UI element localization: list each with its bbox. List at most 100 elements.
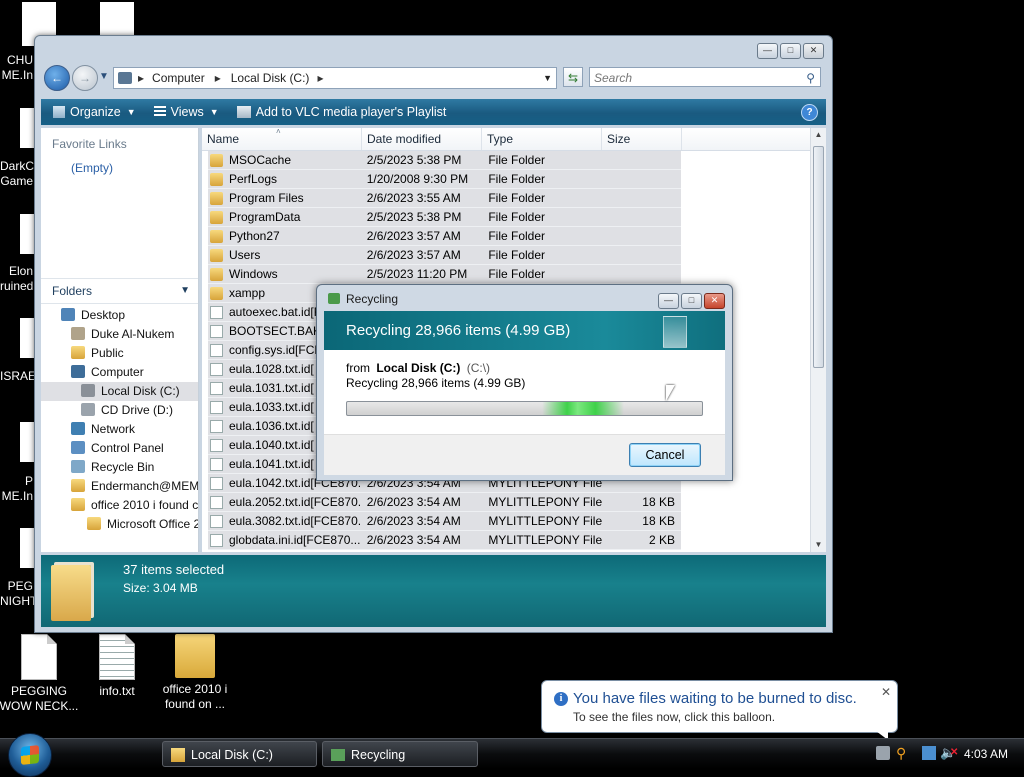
burn-disc-icon[interactable] bbox=[876, 746, 890, 760]
desktop-icon-6[interactable] bbox=[20, 422, 34, 462]
minimize-button[interactable]: — bbox=[658, 293, 679, 309]
table-row[interactable]: Windows 2/5/2023 11:20 PM File Folder bbox=[208, 265, 681, 284]
folder-icon bbox=[87, 517, 101, 530]
command-bar: Organize ▼ Views ▼ Add to VLC media play… bbox=[41, 99, 826, 125]
help-icon[interactable]: ? bbox=[801, 103, 818, 121]
table-row[interactable]: eula.2052.txt.id[FCE870... 2/6/2023 3:54 … bbox=[208, 493, 681, 512]
forward-button[interactable]: → bbox=[72, 65, 98, 91]
desktop-icon-label: ME.In bbox=[1, 489, 33, 503]
breadcrumb-separator-icon: ▸ bbox=[138, 71, 145, 85]
minimize-button[interactable]: — bbox=[757, 43, 778, 59]
maximize-button[interactable]: □ bbox=[681, 293, 702, 309]
magnifier-icon[interactable]: ⚲ bbox=[896, 745, 906, 762]
close-button[interactable]: ✕ bbox=[704, 293, 725, 309]
favorite-links-header[interactable]: Favorite Links bbox=[41, 132, 198, 156]
notification-balloon[interactable]: i You have files waiting to be burned to… bbox=[541, 680, 898, 740]
file-name: eula.3082.txt.id[FCE870... bbox=[229, 513, 361, 528]
table-row[interactable]: Users 2/6/2023 3:57 AM File Folder bbox=[208, 246, 681, 265]
vertical-scrollbar[interactable]: ▲ ▼ bbox=[810, 128, 826, 552]
folders-header[interactable]: Folders ▼ bbox=[41, 278, 198, 304]
recent-pages-chevron-icon[interactable]: ▼ bbox=[99, 71, 109, 82]
file-name-cell: eula.3082.txt.id[FCE870... bbox=[208, 512, 361, 530]
tree-item-local-disk[interactable]: Local Disk (C:) bbox=[41, 382, 198, 401]
table-row[interactable]: globdata.ini.id[FCE870... 2/6/2023 3:54 A… bbox=[208, 531, 681, 550]
tree-item-label: Control Panel bbox=[91, 441, 164, 455]
scroll-up-arrow-icon[interactable]: ▲ bbox=[811, 128, 826, 142]
network-icon[interactable] bbox=[922, 746, 936, 760]
organize-icon bbox=[53, 106, 65, 118]
taskbar-button-local-disk[interactable]: Local Disk (C:) bbox=[162, 741, 317, 767]
file-size bbox=[605, 170, 681, 188]
tree-item-endermanch[interactable]: Endermanch@MEM bbox=[41, 477, 198, 496]
column-date-modified[interactable]: Date modified bbox=[362, 128, 482, 150]
mouse-cursor-icon bbox=[666, 385, 675, 401]
breadcrumb-computer[interactable]: Computer bbox=[152, 71, 205, 85]
search-input[interactable]: Search ⚲ bbox=[589, 67, 821, 87]
desktop-icon-2[interactable] bbox=[100, 2, 134, 38]
tree-item-cd-drive[interactable]: CD Drive (D:) bbox=[41, 401, 198, 420]
tree-item-desktop[interactable]: Desktop bbox=[41, 306, 198, 325]
views-menu[interactable]: Views ▼ bbox=[150, 105, 223, 119]
system-tray: ⚲ 🔈 ✕ bbox=[872, 745, 962, 763]
table-row[interactable]: Program Files 2/6/2023 3:55 AM File Folder bbox=[208, 189, 681, 208]
organize-menu[interactable]: Organize ▼ bbox=[49, 105, 140, 119]
tree-item-public[interactable]: Public bbox=[41, 344, 198, 363]
table-row[interactable]: ProgramData 2/5/2023 5:38 PM File Folder bbox=[208, 208, 681, 227]
column-type[interactable]: Type bbox=[482, 128, 602, 150]
file-type: File Folder bbox=[488, 210, 546, 224]
folder-icon bbox=[210, 210, 223, 224]
file-type: File Folder bbox=[488, 267, 546, 281]
address-dropdown-chevron-icon[interactable]: ▼ bbox=[543, 73, 552, 83]
breadcrumb-local-disk[interactable]: Local Disk (C:) bbox=[231, 71, 310, 85]
file-icon bbox=[210, 381, 223, 395]
tree-item-network[interactable]: Network bbox=[41, 420, 198, 439]
search-icon[interactable]: ⚲ bbox=[806, 68, 815, 88]
maximize-button[interactable]: □ bbox=[780, 43, 801, 59]
table-row[interactable]: Python27 2/6/2023 3:57 AM File Folder bbox=[208, 227, 681, 246]
desktop-icon-info-txt[interactable]: info.txt bbox=[72, 634, 162, 699]
taskbar-button-recycling[interactable]: Recycling bbox=[322, 741, 478, 767]
balloon-close-icon[interactable]: ✕ bbox=[881, 685, 891, 699]
start-button[interactable] bbox=[8, 733, 52, 777]
add-to-vlc-playlist-button[interactable]: Add to VLC media player's Playlist bbox=[233, 105, 451, 119]
mute-x-icon: ✕ bbox=[950, 747, 959, 758]
table-row[interactable]: MSOCache 2/5/2023 5:38 PM File Folder bbox=[208, 151, 681, 170]
tree-item-control-panel[interactable]: Control Panel bbox=[41, 439, 198, 458]
desktop-icon bbox=[61, 308, 75, 321]
table-row[interactable]: eula.3082.txt.id[FCE870... 2/6/2023 3:54 … bbox=[208, 512, 681, 531]
back-button[interactable]: ← bbox=[44, 65, 70, 91]
desktop-icon-label: P bbox=[24, 474, 33, 488]
text-file-icon bbox=[99, 634, 135, 680]
folder-icon bbox=[210, 248, 223, 262]
file-icon bbox=[210, 305, 223, 319]
folder-icon bbox=[175, 634, 215, 678]
desktop-icon-4[interactable] bbox=[20, 214, 34, 254]
desktop-icon-label: info.txt bbox=[99, 684, 135, 698]
folder-icon bbox=[210, 191, 223, 205]
file-name: MSOCache bbox=[229, 152, 292, 167]
column-size[interactable]: Size bbox=[602, 128, 682, 150]
file-size bbox=[605, 227, 681, 245]
scroll-thumb[interactable] bbox=[813, 146, 824, 368]
tree-item-office-2010[interactable]: office 2010 i found c bbox=[41, 496, 198, 515]
file-size bbox=[605, 265, 681, 283]
selection-folder-icon bbox=[51, 565, 91, 621]
tree-item-recycle-bin[interactable]: Recycle Bin bbox=[41, 458, 198, 477]
close-button[interactable]: ✕ bbox=[803, 43, 824, 59]
table-row[interactable]: PerfLogs 1/20/2008 9:30 PM File Folder bbox=[208, 170, 681, 189]
tree-item-computer[interactable]: Computer bbox=[41, 363, 198, 382]
address-bar[interactable]: ▸ Computer ▸ Local Disk (C:) ▸ ▼ bbox=[113, 67, 557, 89]
desktop-icon-office-folder[interactable]: office 2010 i found on ... bbox=[150, 634, 240, 712]
desktop-icon-3[interactable] bbox=[20, 108, 34, 148]
tree-item-microsoft-office[interactable]: Microsoft Office 2 bbox=[41, 515, 198, 534]
desktop-icon-7[interactable] bbox=[20, 528, 34, 568]
column-name[interactable]: Name ˄ bbox=[202, 128, 362, 150]
tree-item-duke[interactable]: Duke Al-Nukem bbox=[41, 325, 198, 344]
scroll-down-arrow-icon[interactable]: ▼ bbox=[811, 538, 826, 552]
clock[interactable]: 4:03 AM bbox=[964, 739, 1008, 769]
file-icon bbox=[210, 362, 223, 376]
recycling-dialog: Recycling — □ ✕ Recycling 28,966 items (… bbox=[316, 284, 733, 481]
desktop-icon-5[interactable] bbox=[20, 318, 34, 358]
refresh-button[interactable]: ⇆ bbox=[563, 67, 583, 87]
cancel-button[interactable]: Cancel bbox=[629, 443, 701, 467]
